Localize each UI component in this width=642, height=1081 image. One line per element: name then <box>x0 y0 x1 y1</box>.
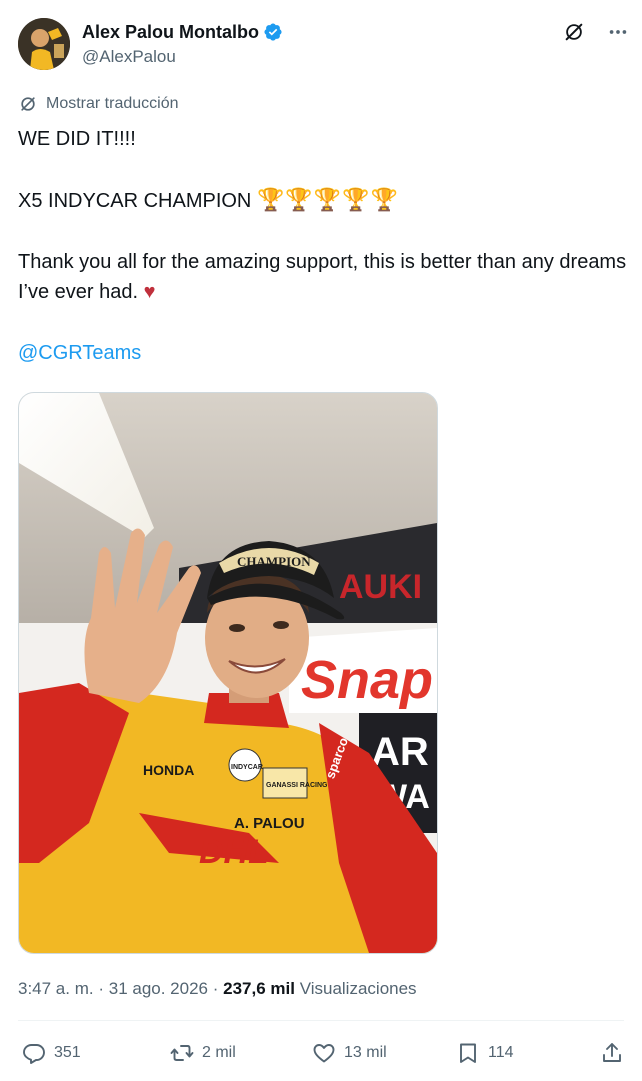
suit-text-honda: HONDA <box>143 762 194 778</box>
suit-text-ganassi: GANASSI RACING <box>266 782 328 789</box>
more-icon[interactable] <box>606 20 630 44</box>
suit-text-indycar: INDYCAR <box>231 764 263 771</box>
share-button[interactable] <box>600 1041 624 1065</box>
views-label: Visualizaciones <box>299 979 417 998</box>
grok-icon[interactable] <box>562 20 586 44</box>
action-bar: 351 2 mil 13 mil 114 <box>22 1041 630 1069</box>
share-icon <box>603 1043 621 1062</box>
translate-icon <box>21 97 35 111</box>
tweet-header: Alex Palou Montalbo @AlexPalou <box>18 18 630 74</box>
tweet-date[interactable]: 31 ago. 2026 <box>109 979 208 998</box>
photo-content: AUKI Snap AR WA DHL HONDA A. PALOU sparc… <box>19 393 437 953</box>
wall-text-1: AUKI <box>339 568 422 606</box>
display-name[interactable]: Alex Palou Montalbo <box>82 21 259 43</box>
reply-count: 351 <box>54 1044 81 1061</box>
suit-text-name: A. PALOU <box>234 815 305 832</box>
wall-text-3: AR <box>371 730 429 774</box>
divider <box>18 1020 624 1021</box>
suit-text-dhl: DHL <box>199 833 269 871</box>
translate-label: Mostrar traducción <box>46 95 179 112</box>
repost-button[interactable]: 2 mil <box>170 1041 236 1065</box>
like-button[interactable]: 13 mil <box>312 1041 387 1065</box>
tweet-line-2-text: X5 INDYCAR CHAMPION <box>18 190 252 212</box>
bookmark-count: 114 <box>488 1044 514 1061</box>
tweet-meta: 3:47 a. m. · 31 ago. 2026 · 237,6 mil Vi… <box>18 979 417 998</box>
avatar[interactable] <box>18 18 70 70</box>
tweet-line-3-text: Thank you all for the amazing support, t… <box>18 251 627 303</box>
handle[interactable]: @AlexPalou <box>82 46 283 68</box>
repost-count: 2 mil <box>202 1044 236 1061</box>
author-info: Alex Palou Montalbo @AlexPalou <box>82 21 283 68</box>
heart-emoji: ♥ <box>143 281 156 303</box>
views-count: 237,6 mil <box>223 979 295 998</box>
bookmark-button[interactable]: 114 <box>456 1041 514 1065</box>
tweet-text: WE DID IT!!!! X5 INDYCAR CHAMPION 🏆🏆🏆🏆🏆 … <box>18 124 633 368</box>
tweet-photo[interactable]: AUKI Snap AR WA DHL HONDA A. PALOU sparc… <box>18 392 438 954</box>
tweet-line-2: X5 INDYCAR CHAMPION 🏆🏆🏆🏆🏆 <box>18 185 633 216</box>
mention-link[interactable]: @CGRTeams <box>18 342 141 364</box>
tweet-line-3: Thank you all for the amazing support, t… <box>18 247 633 307</box>
wall-text-2: Snap <box>301 650 433 710</box>
translate-link[interactable]: Mostrar traducción <box>18 94 179 114</box>
header-actions <box>562 20 630 44</box>
heart-icon <box>313 1044 335 1063</box>
reply-button[interactable]: 351 <box>22 1041 81 1065</box>
reply-icon <box>23 1044 45 1064</box>
repost-icon <box>170 1045 194 1061</box>
tweet-time[interactable]: 3:47 a. m. <box>18 979 94 998</box>
verified-badge-icon <box>264 23 282 41</box>
bookmark-icon <box>460 1043 476 1063</box>
cap-text: CHAMPION <box>237 554 311 569</box>
like-count: 13 mil <box>344 1044 387 1061</box>
tweet-line-1: WE DID IT!!!! <box>18 128 136 150</box>
trophy-emoji: 🏆🏆🏆🏆🏆 <box>256 187 399 212</box>
